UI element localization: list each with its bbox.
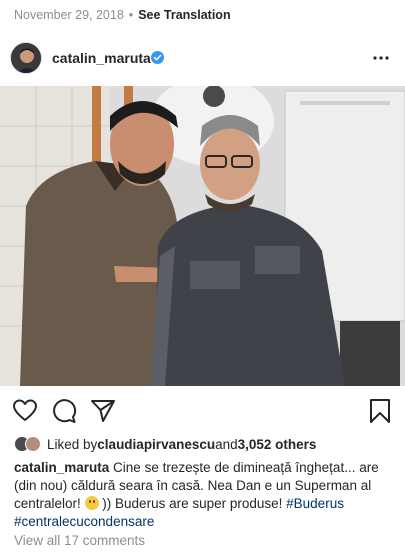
more-options-icon[interactable] (371, 48, 391, 68)
likes-prefix: Liked by (47, 436, 98, 452)
post-username[interactable]: catalin_maruta (52, 50, 151, 66)
liker-username[interactable]: claudiapirvanescu (97, 437, 215, 452)
share-icon[interactable] (90, 398, 116, 424)
verified-badge-icon (151, 51, 164, 64)
hashtag-link[interactable]: #Buderus (286, 496, 344, 511)
comment-icon[interactable] (51, 398, 77, 424)
view-all-comments-link[interactable]: View all 17 comments (14, 533, 145, 548)
hashtag-link[interactable]: #centralecucondensare (14, 514, 154, 529)
post-meta-bar: November 29, 2018 • See Translation (14, 6, 231, 24)
caption-username[interactable]: catalin_maruta (14, 460, 109, 475)
post-caption: catalin_maruta Cine se trezește de dimin… (14, 459, 396, 531)
separator-dot: • (128, 8, 134, 22)
bookmark-icon[interactable] (367, 398, 393, 424)
see-translation-link[interactable]: See Translation (138, 8, 230, 22)
smiling-face-emoji (84, 496, 99, 510)
post-header: catalin_maruta (0, 38, 405, 80)
avatar[interactable] (10, 42, 42, 74)
post-date: November 29, 2018 (14, 8, 124, 22)
likes-summary[interactable]: Liked by claudiapirvanescu and 3,052 oth… (14, 434, 316, 454)
liker-avatar (25, 436, 41, 452)
post-photo[interactable] (0, 86, 405, 386)
post-actions-bar (0, 396, 405, 426)
heart-icon[interactable] (12, 398, 38, 424)
likes-count[interactable]: 3,052 others (238, 437, 317, 452)
caption-text: )) Buderus are super produse! (98, 496, 287, 511)
likes-middle: and (215, 436, 238, 452)
